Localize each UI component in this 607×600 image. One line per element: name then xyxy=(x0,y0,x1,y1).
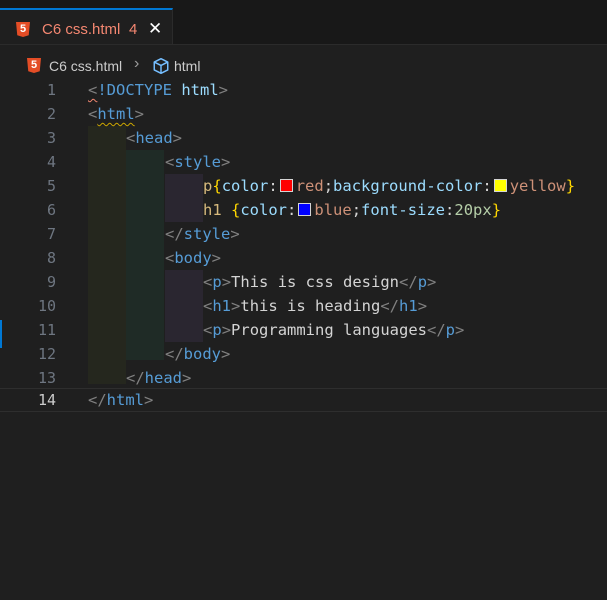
code-text: <p>This is css design</p> xyxy=(203,273,437,291)
html5-file-icon: 5 xyxy=(27,58,41,73)
code-line: 8 <body> xyxy=(0,246,607,270)
breadcrumb: 5 C6 css.html › html xyxy=(0,54,607,78)
code-line: 11 <p>Programming languages</p> xyxy=(0,318,607,342)
code-text: p{color: red;background-color: yellow} xyxy=(203,177,576,195)
code-text: </style> xyxy=(165,225,240,243)
line-number: 12 xyxy=(37,345,56,363)
code-text: <p>Programming languages</p> xyxy=(203,321,465,339)
code-line: 9 <p>This is css design</p> xyxy=(0,270,607,294)
line-number: 6 xyxy=(46,201,56,219)
code-text: <html> xyxy=(88,105,145,123)
tab-c6-css-html[interactable]: 5 C6 css.html 4 ✕ xyxy=(0,8,173,44)
code-text: h1 {color: blue;font-size:20px} xyxy=(203,201,502,219)
chevron-right-icon: › xyxy=(134,55,140,72)
code-line: 6 h1 {color: blue;font-size:20px} xyxy=(0,198,607,222)
tab-label: C6 css.html xyxy=(42,21,121,38)
line-number: 4 xyxy=(46,153,56,171)
code-text: </head> xyxy=(126,369,192,387)
line-number: 5 xyxy=(46,177,56,195)
code-line-current: 14 </html> xyxy=(0,388,607,412)
code-line: 2 <html> xyxy=(0,102,607,126)
code-line: 13 </head> xyxy=(0,366,607,390)
code-text: <head> xyxy=(126,129,183,147)
breadcrumb-symbol[interactable]: html xyxy=(174,58,200,74)
code-text: </body> xyxy=(165,345,231,363)
line-number: 14 xyxy=(37,391,56,409)
code-line: 12 </body> xyxy=(0,342,607,366)
code-line: 10 <h1>this is heading</h1> xyxy=(0,294,607,318)
code-text: </html> xyxy=(88,391,154,409)
problem-count-badge: 4 xyxy=(129,21,138,38)
code-line: 1 <!DOCTYPE html> xyxy=(0,78,607,102)
color-swatch-yellow[interactable] xyxy=(493,179,507,192)
code-text: <!DOCTYPE html> xyxy=(88,81,229,99)
line-number: 2 xyxy=(46,105,56,123)
color-swatch-blue[interactable] xyxy=(298,203,312,216)
code-line: 4 <style> xyxy=(0,150,607,174)
line-number: 7 xyxy=(46,225,56,243)
line-number: 3 xyxy=(46,129,56,147)
code-line: 3 <head> xyxy=(0,126,607,150)
line-number: 13 xyxy=(37,369,56,387)
line-number: 8 xyxy=(46,249,56,267)
code-text: <style> xyxy=(165,153,231,171)
close-icon[interactable]: ✕ xyxy=(148,19,162,39)
line-number: 10 xyxy=(37,297,56,315)
code-line: 7 </style> xyxy=(0,222,607,246)
symbol-element-icon xyxy=(152,57,170,78)
code-text: <body> xyxy=(165,249,222,267)
line-number: 1 xyxy=(46,81,56,99)
line-number: 11 xyxy=(37,321,56,339)
code-text: <h1>this is heading</h1> xyxy=(203,297,428,315)
line-number: 9 xyxy=(46,273,56,291)
code-editor[interactable]: 1 <!DOCTYPE html> 2 <html> 3 <head> 4 <s… xyxy=(0,78,607,600)
breadcrumb-file[interactable]: C6 css.html xyxy=(49,58,122,74)
html5-file-icon: 5 xyxy=(16,22,30,37)
color-swatch-red[interactable] xyxy=(279,179,293,192)
tab-bar: 5 C6 css.html 4 ✕ xyxy=(0,0,607,45)
code-line: 5 p{color: red;background-color: yellow} xyxy=(0,174,607,198)
